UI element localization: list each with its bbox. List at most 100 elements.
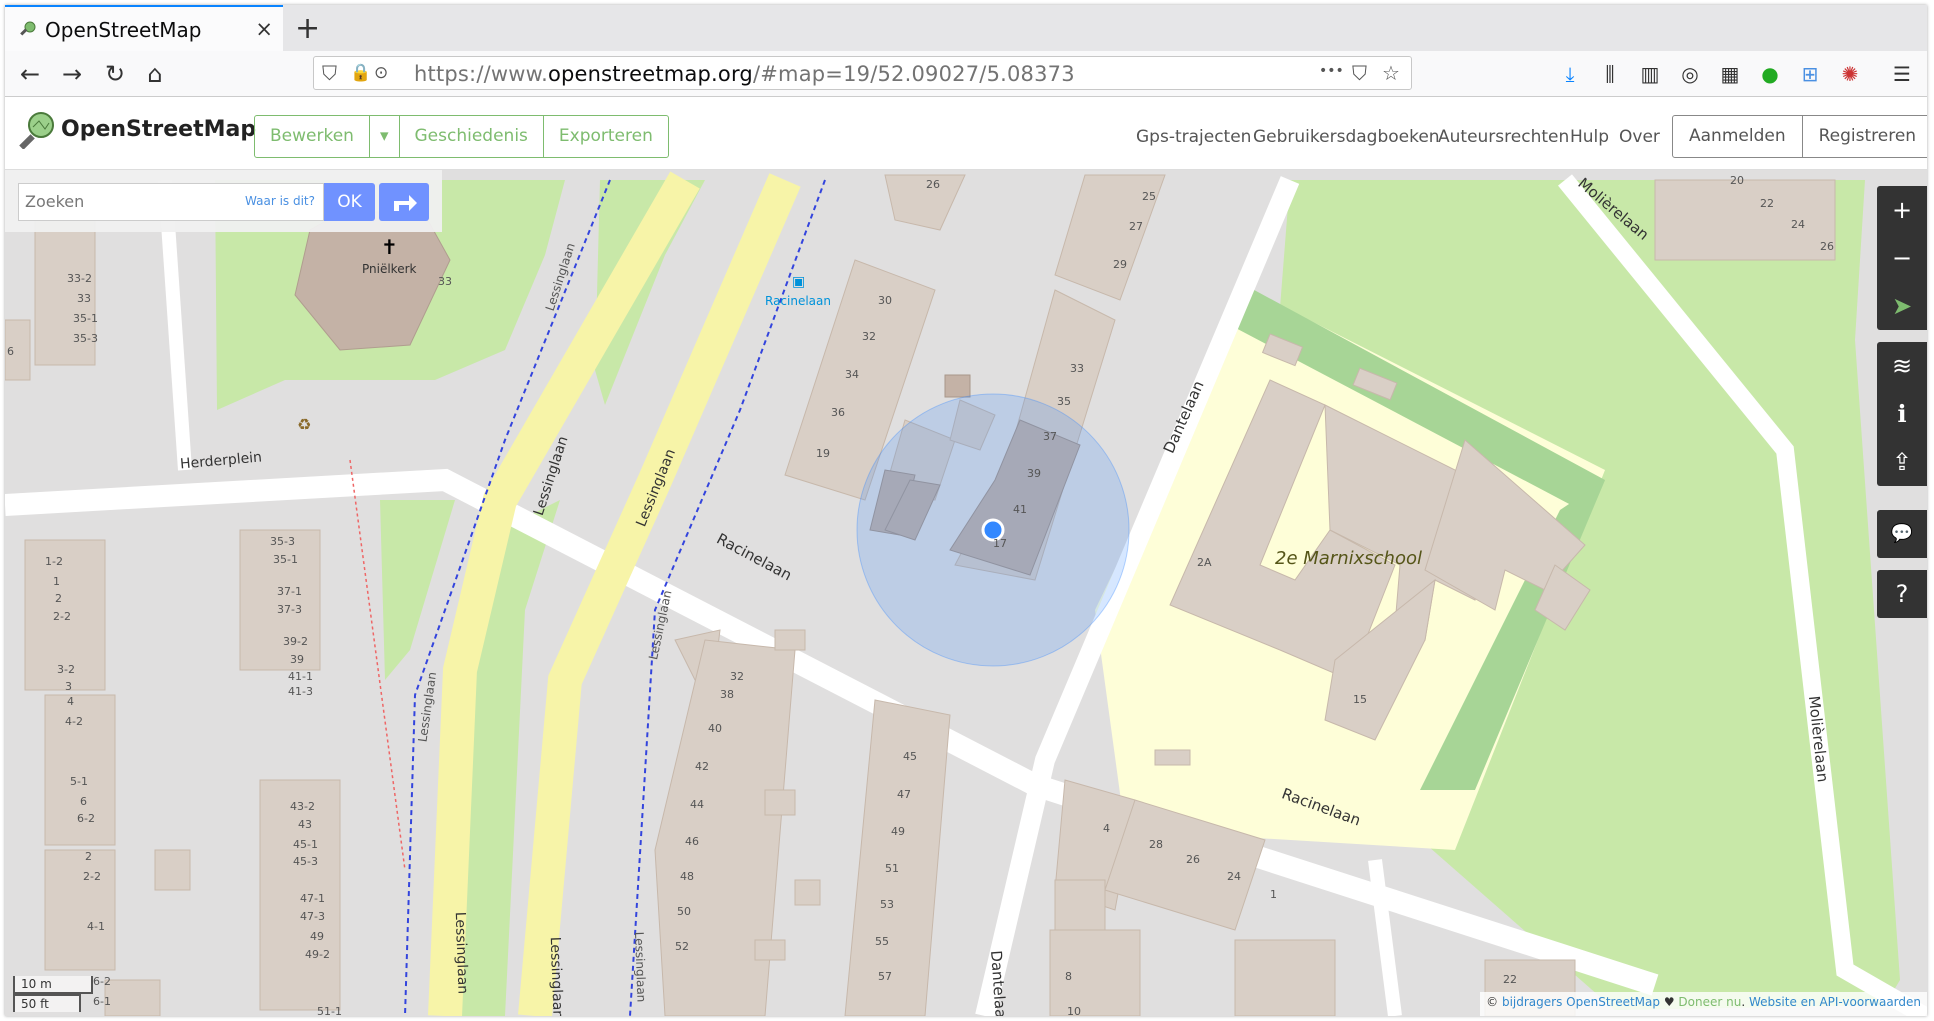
edit-button-group: Bewerken ▾ Geschiedenis Exporteren <box>254 115 669 158</box>
housenumber: 39-2 <box>283 635 308 648</box>
housenumber: 20 <box>1730 174 1744 187</box>
housenumber: 27 <box>1129 220 1143 233</box>
housenumber: 24 <box>1791 218 1805 231</box>
history-button[interactable]: Geschiedenis <box>400 116 544 157</box>
housenumber: 36 <box>831 406 845 419</box>
housenumber: 57 <box>878 970 892 983</box>
shield-icon[interactable]: ⛉ <box>322 61 337 85</box>
housenumber: 26 <box>1186 853 1200 866</box>
tab-openstreetmap[interactable]: OpenStreetMap × <box>5 5 283 51</box>
library-icon[interactable]: ⫼ <box>1597 61 1623 87</box>
housenumber: 37-3 <box>277 603 302 616</box>
housenumber: 2 <box>55 592 62 605</box>
zoom-in-button[interactable]: + <box>1877 186 1927 234</box>
layers-button[interactable]: ≋ <box>1877 342 1927 390</box>
housenumber: 8 <box>1065 970 1072 983</box>
donate-link[interactable]: Doneer nu <box>1678 995 1741 1009</box>
export-button[interactable]: Exporteren <box>544 116 668 157</box>
church-label: Pniëlkerk <box>362 262 417 276</box>
share-button[interactable]: ⇪ <box>1877 438 1927 486</box>
housenumber: 45-1 <box>293 838 318 851</box>
url-bar[interactable]: ⛉ 🔒 ⊙ https://www.openstreetmap.org/#map… <box>313 56 1412 90</box>
scale-bar: 10 m 50 ft <box>13 976 93 1012</box>
housenumber: 33-2 <box>67 272 92 285</box>
housenumber: 51 <box>885 862 899 875</box>
locate-button[interactable]: ➤ <box>1877 282 1927 330</box>
lock-icon[interactable]: 🔒 <box>350 63 371 83</box>
search-placeholder: Zoeken <box>25 192 85 211</box>
edit-dropdown-button[interactable]: ▾ <box>370 116 400 157</box>
tab-strip: OpenStreetMap × + <box>5 5 1927 51</box>
housenumber: 43-2 <box>290 800 315 813</box>
housenumber: 6 <box>80 795 87 808</box>
permissions-icon[interactable]: ⊙ <box>374 63 388 83</box>
copyright-link[interactable]: Auteursrechten <box>1438 127 1569 147</box>
church-symbol-icon: ✝ <box>381 235 398 259</box>
register-button[interactable]: Registreren <box>1803 116 1927 157</box>
housenumber: 4-1 <box>87 920 105 933</box>
osm-logo-icon[interactable] <box>19 111 57 149</box>
query-controls: ? <box>1877 570 1927 618</box>
auth-button-group: Aanmelden Registreren <box>1672 115 1927 158</box>
housenumber: 40 <box>708 722 722 735</box>
housenumber: 41-1 <box>288 670 313 683</box>
diaries-link[interactable]: Gebruikersdagboeken <box>1253 127 1440 147</box>
housenumber: 45-3 <box>293 855 318 868</box>
housenumber: 6-2 <box>77 812 95 825</box>
housenumber: 2A <box>1197 556 1212 569</box>
query-features-button[interactable]: ? <box>1877 570 1927 618</box>
search-input[interactable]: Zoeken Waar is dit? <box>18 183 324 221</box>
pocket-icon[interactable]: ⛉ <box>1352 61 1367 85</box>
forward-icon[interactable]: → <box>57 59 87 89</box>
url-text[interactable]: https://www.openstreetmap.org/#map=19/52… <box>414 62 1075 86</box>
housenumber: 50 <box>677 905 691 918</box>
directions-button[interactable] <box>379 183 429 221</box>
sidebar-icon[interactable]: ▥ <box>1637 61 1663 87</box>
housenumber: 33 <box>1070 362 1084 375</box>
housenumber: 35 <box>1057 395 1071 408</box>
login-button[interactable]: Aanmelden <box>1673 116 1803 157</box>
housenumber: 19 <box>816 447 830 460</box>
housenumber: 1-2 <box>45 555 63 568</box>
housenumber: 4-2 <box>65 715 83 728</box>
edit-button[interactable]: Bewerken <box>255 116 370 157</box>
home-icon[interactable]: ⌂ <box>140 59 170 89</box>
back-icon[interactable]: ← <box>15 59 45 89</box>
new-tab-button[interactable]: + <box>295 11 320 46</box>
housenumber: 43 <box>298 818 312 831</box>
about-link[interactable]: Over <box>1619 127 1660 147</box>
housenumber: 41-3 <box>288 685 313 698</box>
extension-green-icon[interactable]: ● <box>1757 61 1783 87</box>
housenumber: 49 <box>310 930 324 943</box>
help-link[interactable]: Hulp <box>1570 127 1609 147</box>
map-canvas[interactable]: Herderplein Lessinglaan Lessinglaan Less… <box>5 170 1927 1016</box>
zoom-controls: + − ➤ <box>1877 186 1927 330</box>
what-is-here-link[interactable]: Waar is dit? <box>245 194 315 208</box>
map-key-button[interactable]: ℹ <box>1877 390 1927 438</box>
housenumber: 26 <box>1820 240 1834 253</box>
reload-icon[interactable]: ↻ <box>100 59 130 89</box>
terms-link[interactable]: Website en API-voorwaarden <box>1749 995 1921 1009</box>
bookmark-star-icon[interactable]: ☆ <box>1382 61 1400 85</box>
page-actions-icon[interactable]: ••• <box>1319 63 1344 79</box>
housenumber: 5-1 <box>70 775 88 788</box>
zoom-out-button[interactable]: − <box>1877 234 1927 282</box>
bus-stop-icon: ▣ <box>792 274 806 290</box>
menu-icon[interactable]: ☰ <box>1889 61 1915 87</box>
gps-traces-link[interactable]: Gps-trajecten <box>1136 127 1251 147</box>
housenumber: 4 <box>1103 822 1110 835</box>
housenumber: 3-2 <box>57 663 75 676</box>
housenumber: 37-1 <box>277 585 302 598</box>
search-ok-button[interactable]: OK <box>324 183 375 221</box>
fingerprint-icon[interactable]: ◎ <box>1677 61 1703 87</box>
downloads-icon[interactable]: ⤓ <box>1557 61 1583 87</box>
extensions-icon[interactable]: ▦ <box>1717 61 1743 87</box>
add-note-button[interactable]: 💬 <box>1877 510 1927 558</box>
tab-close-icon[interactable]: × <box>255 17 273 41</box>
osm-logo-text[interactable]: OpenStreetMap <box>61 117 256 142</box>
extension-grid-icon[interactable]: ⊞ <box>1797 61 1823 87</box>
contributors-link[interactable]: bijdragers OpenStreetMap <box>1502 995 1660 1009</box>
color-picker-icon[interactable]: ✺ <box>1837 61 1863 87</box>
housenumber: 47-1 <box>300 892 325 905</box>
housenumber: 39 <box>290 653 304 666</box>
